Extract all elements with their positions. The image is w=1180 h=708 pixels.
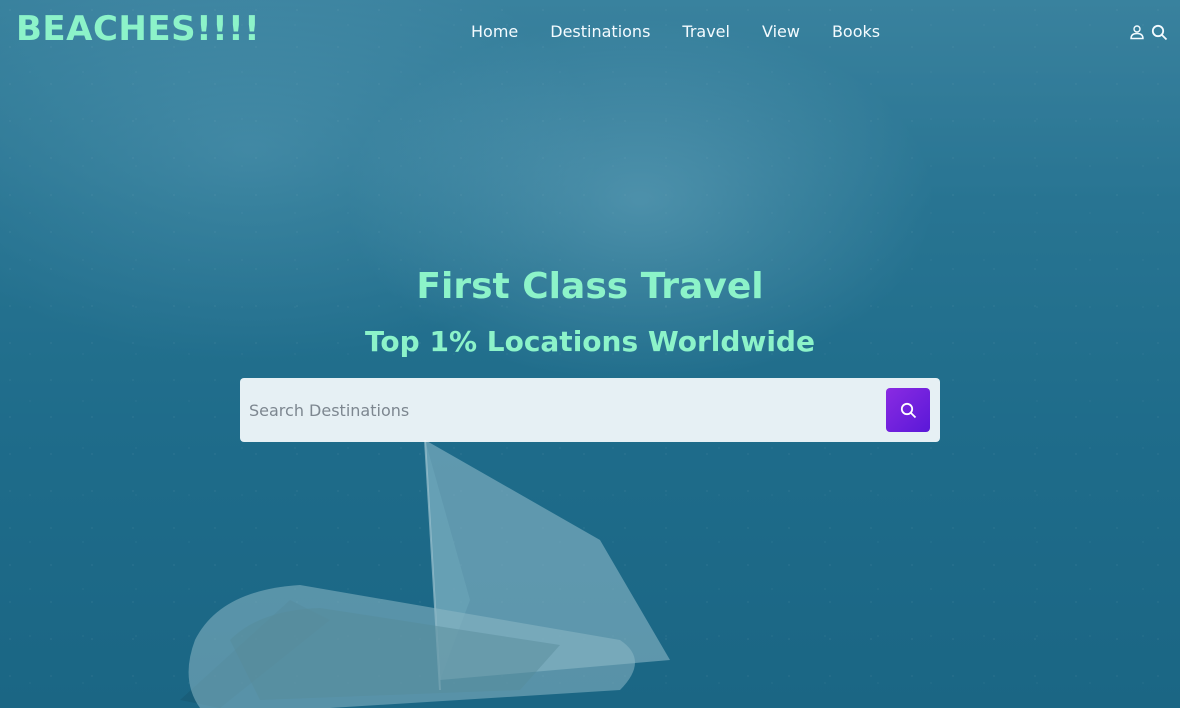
nav-icons <box>1128 21 1168 43</box>
hero-title: First Class Travel <box>416 266 764 307</box>
user-icon[interactable] <box>1128 21 1146 43</box>
nav-link-travel[interactable]: Travel <box>666 20 746 44</box>
top-navbar: BEACHES!!!! Home Destinations Travel Vie… <box>0 0 1180 64</box>
nav-link-view[interactable]: View <box>746 20 816 44</box>
destination-search-input[interactable] <box>240 378 870 442</box>
search-icon <box>900 402 916 418</box>
site-logo[interactable]: BEACHES!!!! <box>16 9 260 49</box>
hero-subtitle: Top 1% Locations Worldwide <box>365 325 815 358</box>
nav-link-books[interactable]: Books <box>816 20 896 44</box>
nav-link-destinations[interactable]: Destinations <box>534 20 666 44</box>
search-submit-button[interactable] <box>886 388 930 432</box>
search-icon[interactable] <box>1150 21 1168 43</box>
hero-section: BEACHES!!!! Home Destinations Travel Vie… <box>0 0 1180 708</box>
nav-link-home[interactable]: Home <box>455 20 534 44</box>
destination-search-bar <box>240 378 940 442</box>
nav-links: Home Destinations Travel View Books <box>455 20 896 44</box>
